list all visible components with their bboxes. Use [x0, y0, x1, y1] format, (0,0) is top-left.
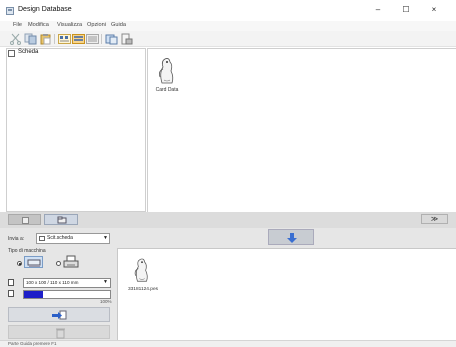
view-large-icon[interactable] [58, 33, 71, 45]
square-icon [22, 217, 29, 224]
arrow-down-icon [287, 233, 297, 243]
collapse-button[interactable]: ≫ [421, 214, 448, 224]
menu-visualizza[interactable]: Visualizza [57, 22, 82, 28]
transfer-list-pane[interactable] [117, 248, 456, 340]
folder-tree-pane[interactable] [6, 48, 146, 212]
pes-file-thumbnail[interactable] [126, 254, 158, 284]
printer-icon [63, 255, 79, 268]
hoop-icon [8, 279, 14, 286]
tree-item-scheda[interactable]: Scheda [18, 49, 38, 55]
memory-usage-percent: 100% [100, 299, 112, 304]
send-down-button[interactable] [268, 229, 314, 245]
card-data-label: Card Data [155, 87, 179, 93]
transfer-icon [52, 310, 67, 320]
menu-modifica[interactable]: Modifica [28, 22, 49, 28]
close-button[interactable]: × [423, 3, 445, 17]
hoop-size-value: 100 x 100 / 110 x 110 mm [26, 280, 79, 285]
send-to-value: Scit.scheda [47, 235, 73, 241]
machine-radio-2[interactable] [56, 261, 61, 266]
menu-opzioni[interactable]: Opzioni [87, 22, 106, 28]
machine-1-icon[interactable] [24, 256, 43, 268]
tree-checkbox[interactable] [8, 50, 15, 57]
import-icon[interactable] [105, 33, 118, 45]
app-icon [6, 7, 14, 15]
memory-icon [8, 290, 14, 297]
maximize-button[interactable]: ☐ [395, 3, 417, 17]
send-to-label: Invia a: [8, 236, 25, 242]
content-pane[interactable] [147, 48, 456, 212]
cut-icon[interactable] [9, 33, 22, 45]
card-slot-icon [39, 236, 45, 241]
folder-icon [57, 216, 67, 224]
view-small-icon[interactable] [86, 33, 99, 45]
sewing-machine-icon [27, 259, 41, 267]
view-medium-icon[interactable] [72, 33, 85, 45]
trash-icon [56, 328, 65, 339]
copy-icon[interactable] [24, 33, 37, 45]
export-icon[interactable] [120, 33, 133, 45]
pes-file-label: 33181124.pes [127, 287, 159, 292]
window-title: Design Database [18, 6, 72, 13]
status-text: Parte Guida premere F1 [8, 341, 57, 346]
toolbar-separator [54, 34, 55, 44]
machine-2-icon[interactable] [63, 255, 79, 269]
menu-guida[interactable]: Guida [111, 22, 126, 28]
machine-type-label: Tipo di macchina [8, 248, 46, 254]
chevron-down-icon[interactable]: ▼ [103, 279, 109, 285]
folder-button[interactable] [44, 214, 78, 225]
view-toggle-button[interactable] [8, 214, 41, 225]
menu-file[interactable]: File [13, 22, 22, 28]
status-bar [0, 340, 456, 347]
machine-radio-1[interactable] [17, 261, 22, 266]
chevron-down-icon[interactable]: ▼ [103, 235, 109, 241]
delete-button[interactable] [8, 325, 110, 339]
memory-usage-fill [24, 291, 43, 298]
transfer-button[interactable] [8, 307, 110, 322]
paste-icon[interactable] [39, 33, 52, 45]
minimize-button[interactable]: – [367, 3, 389, 17]
card-data-thumbnail[interactable] [152, 53, 182, 86]
toolbar-separator [101, 34, 102, 44]
